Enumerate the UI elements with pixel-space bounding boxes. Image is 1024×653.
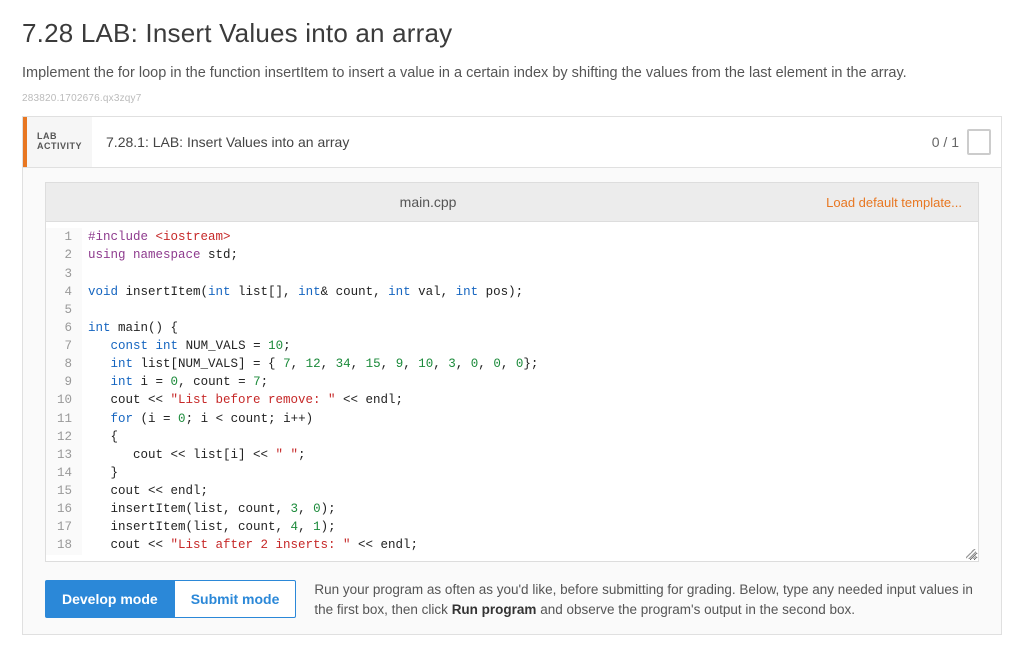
score-box-icon — [967, 129, 991, 155]
code-line[interactable]: 3 — [46, 265, 978, 283]
code-text[interactable]: int i = 0, count = 7; — [82, 373, 268, 391]
code-text[interactable]: const int NUM_VALS = 10; — [82, 337, 291, 355]
lab-activity-badge: LAB ACTIVITY — [23, 117, 92, 167]
code-line[interactable]: 12 { — [46, 428, 978, 446]
line-number: 15 — [46, 482, 82, 500]
code-line[interactable]: 6int main() { — [46, 319, 978, 337]
code-line[interactable]: 8 int list[NUM_VALS] = { 7, 12, 34, 15, … — [46, 355, 978, 373]
line-number: 10 — [46, 391, 82, 409]
code-text[interactable]: int list[NUM_VALS] = { 7, 12, 34, 15, 9,… — [82, 355, 538, 373]
line-number: 8 — [46, 355, 82, 373]
code-line[interactable]: 18 cout << "List after 2 inserts: " << e… — [46, 536, 978, 554]
line-number: 7 — [46, 337, 82, 355]
code-line[interactable]: 14 } — [46, 464, 978, 482]
line-number: 12 — [46, 428, 82, 446]
line-number: 16 — [46, 500, 82, 518]
lab-description: Implement the for loop in the function i… — [22, 63, 1002, 83]
code-text[interactable]: #include <iostream> — [82, 228, 231, 246]
submit-mode-button[interactable]: Submit mode — [174, 580, 297, 618]
code-line[interactable]: 9 int i = 0, count = 7; — [46, 373, 978, 391]
activity-header: LAB ACTIVITY 7.28.1: LAB: Insert Values … — [23, 117, 1001, 168]
code-line[interactable]: 15 cout << endl; — [46, 482, 978, 500]
code-text[interactable]: cout << "List before remove: " << endl; — [82, 391, 403, 409]
code-text[interactable]: insertItem(list, count, 3, 0); — [82, 500, 336, 518]
develop-mode-button[interactable]: Develop mode — [45, 580, 174, 618]
code-line[interactable]: 1#include <iostream> — [46, 228, 978, 246]
code-text[interactable]: void insertItem(int list[], int& count, … — [82, 283, 523, 301]
code-line[interactable]: 7 const int NUM_VALS = 10; — [46, 337, 978, 355]
code-line[interactable]: 4void insertItem(int list[], int& count,… — [46, 283, 978, 301]
load-default-template-link[interactable]: Load default template... — [810, 195, 978, 210]
line-number: 6 — [46, 319, 82, 337]
hint-bold: Run program — [452, 602, 537, 617]
code-text[interactable]: } — [82, 464, 118, 482]
line-number: 9 — [46, 373, 82, 391]
line-number: 3 — [46, 265, 82, 283]
resize-handle-icon[interactable] — [966, 549, 976, 559]
code-text[interactable] — [82, 265, 88, 283]
code-line[interactable]: 11 for (i = 0; i < count; i++) — [46, 410, 978, 428]
code-line[interactable]: 13 cout << list[i] << " "; — [46, 446, 978, 464]
line-number: 11 — [46, 410, 82, 428]
document-id: 283820.1702676.qx3zqy7 — [22, 93, 1002, 104]
line-number: 13 — [46, 446, 82, 464]
line-number: 14 — [46, 464, 82, 482]
badge-line-2: ACTIVITY — [37, 142, 82, 152]
code-text[interactable]: for (i = 0; i < count; i++) — [82, 410, 313, 428]
hint-suffix: and observe the program's output in the … — [536, 602, 855, 617]
score-text: 0 / 1 — [932, 134, 959, 150]
file-tab-bar: main.cpp Load default template... — [45, 182, 979, 222]
file-name: main.cpp — [400, 194, 457, 210]
code-text[interactable]: int main() { — [82, 319, 178, 337]
mode-toggle: Develop mode Submit mode — [45, 580, 296, 618]
lab-activity-panel: LAB ACTIVITY 7.28.1: LAB: Insert Values … — [22, 116, 1002, 635]
mode-hint-text: Run your program as often as you'd like,… — [314, 580, 979, 621]
code-line[interactable]: 5 — [46, 301, 978, 319]
line-number: 2 — [46, 246, 82, 264]
code-line[interactable]: 17 insertItem(list, count, 4, 1); — [46, 518, 978, 536]
page-title: 7.28 LAB: Insert Values into an array — [22, 18, 1002, 49]
code-text[interactable] — [82, 301, 88, 319]
code-line[interactable]: 2using namespace std; — [46, 246, 978, 264]
activity-score: 0 / 1 — [922, 117, 1001, 167]
code-text[interactable]: cout << endl; — [82, 482, 208, 500]
line-number: 4 — [46, 283, 82, 301]
code-editor[interactable]: 1#include <iostream>2using namespace std… — [45, 222, 979, 561]
code-text[interactable]: cout << list[i] << " "; — [82, 446, 306, 464]
code-text[interactable]: insertItem(list, count, 4, 1); — [82, 518, 336, 536]
code-line[interactable]: 10 cout << "List before remove: " << end… — [46, 391, 978, 409]
line-number: 1 — [46, 228, 82, 246]
code-text[interactable]: cout << "List after 2 inserts: " << endl… — [82, 536, 418, 554]
code-text[interactable]: { — [82, 428, 118, 446]
line-number: 5 — [46, 301, 82, 319]
code-text[interactable]: using namespace std; — [82, 246, 238, 264]
code-line[interactable]: 16 insertItem(list, count, 3, 0); — [46, 500, 978, 518]
line-number: 17 — [46, 518, 82, 536]
activity-title: 7.28.1: LAB: Insert Values into an array — [92, 117, 922, 167]
line-number: 18 — [46, 536, 82, 554]
